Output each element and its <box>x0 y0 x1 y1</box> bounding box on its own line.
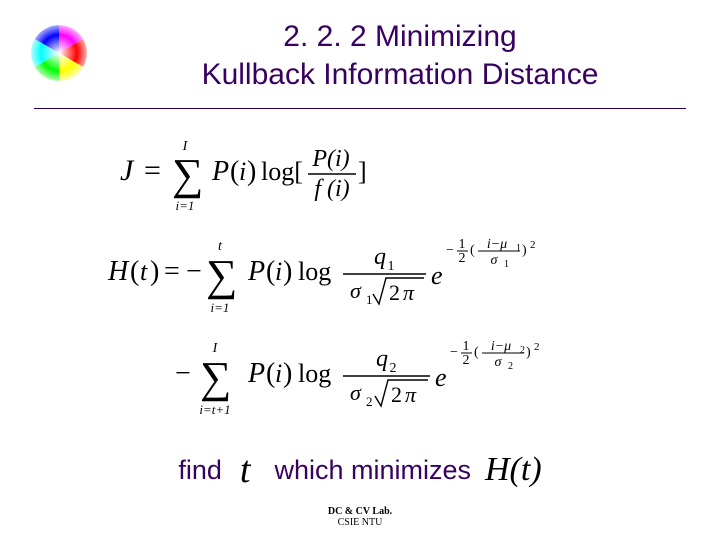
svg-text:1: 1 <box>388 259 395 274</box>
svg-text:(: ( <box>266 256 275 287</box>
svg-text:1: 1 <box>366 292 373 307</box>
slide: 2. 2. 2 Minimizing Kullback Information … <box>0 0 720 540</box>
svg-text:2: 2 <box>391 382 402 407</box>
svg-text:(: ( <box>230 156 239 187</box>
formula-H-line1: H ( t ) = − ∑ t i=1 P ( i ) log q 1 <box>0 228 720 320</box>
formula-H-line2: − ∑ I i=t+1 P ( i ) log q 2 σ 2 <box>0 330 720 422</box>
svg-text:): ) <box>247 156 256 187</box>
svg-text:∑: ∑ <box>200 353 231 402</box>
svg-text:e: e <box>435 363 447 392</box>
svg-text:): ) <box>522 243 527 258</box>
svg-text:∑: ∑ <box>172 150 203 199</box>
svg-text:2: 2 <box>366 394 373 409</box>
svg-text:P(i): P(i) <box>311 146 349 172</box>
svg-text:P: P <box>211 156 229 187</box>
variable-t: t <box>240 448 251 492</box>
svg-text:): ) <box>283 256 292 287</box>
svg-text:−: − <box>186 256 202 287</box>
which-minimizes-label: which minimizes <box>274 455 471 486</box>
svg-text:i=1: i=1 <box>211 300 230 315</box>
footer: DC & CV Lab. CSIE NTU <box>0 506 720 528</box>
svg-text:t: t <box>140 257 148 286</box>
svg-text:H: H <box>107 256 130 287</box>
svg-text:1: 1 <box>459 237 466 252</box>
svg-text:−: − <box>446 243 454 258</box>
svg-text:(: ( <box>474 345 479 360</box>
svg-text:i: i <box>239 157 246 186</box>
svg-text:J: J <box>120 154 135 187</box>
svg-text:): ) <box>150 256 159 287</box>
svg-text:e: e <box>431 261 443 290</box>
svg-text:−: − <box>450 345 458 360</box>
svg-text:q: q <box>376 346 388 372</box>
svg-text:2: 2 <box>463 353 470 368</box>
svg-text:=: = <box>164 256 180 287</box>
title-line1: 2. 2. 2 Minimizing <box>283 20 516 53</box>
svg-text:i=1: i=1 <box>176 198 195 213</box>
svg-text:2: 2 <box>520 345 525 356</box>
function-Ht: H(t) <box>485 451 542 489</box>
page-title: 2. 2. 2 Minimizing Kullback Information … <box>130 18 670 93</box>
svg-text:σ: σ <box>350 380 362 405</box>
svg-text:2: 2 <box>390 361 397 376</box>
svg-text:i−μ: i−μ <box>487 237 507 252</box>
svg-text:2: 2 <box>459 251 466 266</box>
svg-text:2: 2 <box>530 239 536 251</box>
footer-line1: DC & CV Lab. <box>0 506 720 517</box>
svg-text:]: ] <box>358 157 367 186</box>
svg-text:1: 1 <box>504 259 509 270</box>
svg-text:i−μ: i−μ <box>491 339 511 354</box>
svg-text:σ: σ <box>491 253 499 268</box>
title-line2: Kullback Information Distance <box>202 58 599 91</box>
svg-text:(: ( <box>470 243 475 258</box>
formula-J: J = ∑ I i=1 P ( i ) log[ P(i) f (i) ] <box>0 134 720 216</box>
svg-text:log: log <box>298 257 331 286</box>
svg-text:i=t+1: i=t+1 <box>199 402 230 417</box>
svg-text:σ: σ <box>495 355 503 370</box>
footer-line2: CSIE NTU <box>0 517 720 528</box>
svg-text:P: P <box>247 256 265 287</box>
svg-text:1: 1 <box>516 243 521 254</box>
svg-text:−: − <box>175 358 191 389</box>
find-label: find <box>178 455 222 486</box>
color-wheel-icon <box>28 22 90 84</box>
svg-text:(: ( <box>266 358 275 389</box>
svg-text:2: 2 <box>534 341 540 353</box>
svg-text:i: i <box>275 359 282 388</box>
svg-text:σ: σ <box>350 278 362 303</box>
svg-text:∑: ∑ <box>206 251 237 300</box>
svg-text:π: π <box>403 280 415 305</box>
svg-text:1: 1 <box>463 339 470 354</box>
svg-text:log: log <box>298 359 331 388</box>
svg-text:i: i <box>275 257 282 286</box>
bottom-statement: find t which minimizes H(t) <box>0 445 720 495</box>
svg-text:=: = <box>144 154 161 187</box>
svg-text:f (i): f (i) <box>314 176 349 202</box>
svg-text:(: ( <box>130 256 139 287</box>
svg-text:): ) <box>283 358 292 389</box>
svg-text:): ) <box>526 345 531 360</box>
svg-text:2: 2 <box>508 361 513 372</box>
svg-text:q: q <box>374 244 386 270</box>
svg-text:P: P <box>247 358 265 389</box>
title-underline <box>34 108 686 109</box>
svg-text:π: π <box>405 382 417 407</box>
svg-text:log[: log[ <box>261 157 303 186</box>
svg-text:2: 2 <box>389 280 400 305</box>
